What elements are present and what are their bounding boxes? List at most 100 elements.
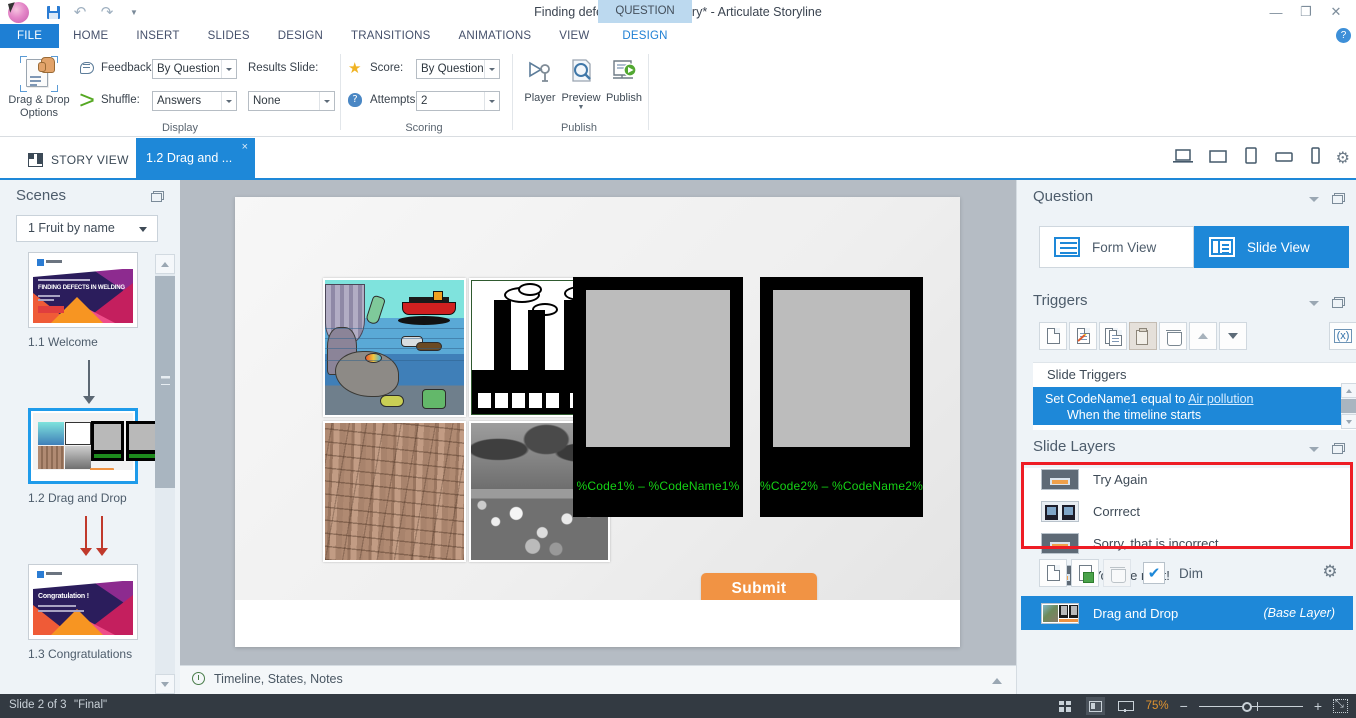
ocean-pollution-illustration[interactable]	[323, 278, 466, 417]
scroll-down-icon[interactable]	[155, 674, 175, 694]
layer-settings-gear-icon[interactable]: ⚙	[1316, 558, 1344, 586]
drop-target-2-caption: %Code2% – %CodeName2%	[760, 455, 923, 517]
phone-icon[interactable]	[1309, 147, 1321, 170]
story-view-icon[interactable]	[1056, 697, 1075, 715]
help-icon[interactable]: ?	[1336, 28, 1351, 43]
feedback-label: Feedback:	[101, 62, 155, 74]
timeline-bar[interactable]: Timeline, States, Notes	[180, 665, 1016, 694]
chevron-down-icon[interactable]	[1309, 301, 1319, 306]
scrollbar-thumb[interactable]	[155, 276, 175, 488]
duplicate-layer-icon[interactable]	[1071, 559, 1099, 587]
tab-transitions[interactable]: TRANSITIONS	[337, 24, 445, 48]
restore-panel-icon[interactable]	[1332, 297, 1345, 308]
slide-thumb-1-1[interactable]: FINDING DEFECTS IN WELDING 1.1 Welcome	[28, 252, 138, 349]
slide-thumb-1-2[interactable]: 1.2 Drag and Drop	[28, 408, 138, 505]
drop-target-1[interactable]: %Code1% – %CodeName1%	[573, 277, 743, 517]
shuffle-label: Shuffle:	[101, 94, 140, 106]
zoom-in-button[interactable]: +	[1314, 699, 1322, 713]
restore-panel-icon[interactable]	[151, 191, 164, 202]
tab-question-design[interactable]: DESIGN	[598, 24, 692, 48]
triggers-scrollbar[interactable]	[1341, 383, 1356, 429]
new-trigger-icon[interactable]	[1039, 322, 1067, 350]
scroll-up-icon[interactable]	[155, 254, 175, 274]
slide-view-button[interactable]: Slide View	[1194, 226, 1349, 268]
tablet-portrait-icon[interactable]	[1243, 147, 1259, 170]
close-icon[interactable]: ×	[242, 141, 248, 153]
layer-item-drag-and-drop[interactable]: Drag and Drop (Base Layer)	[1021, 596, 1353, 630]
fit-to-window-icon[interactable]	[1333, 699, 1348, 713]
copy-trigger-icon[interactable]	[1099, 322, 1127, 350]
slide-canvas[interactable]: %Code1% – %CodeName1% %Code2% – %CodeNam…	[235, 197, 960, 647]
chevron-down-icon[interactable]	[484, 60, 499, 78]
delete-layer-icon[interactable]	[1103, 559, 1131, 587]
layer-item-try-again[interactable]: Try Again	[1021, 463, 1353, 495]
scrollbar-thumb[interactable]	[1341, 399, 1356, 413]
restore-panel-icon[interactable]	[1332, 193, 1345, 204]
scroll-up-icon[interactable]	[1341, 383, 1356, 398]
tab-slides[interactable]: SLIDES	[194, 24, 264, 48]
dim-checkbox[interactable]	[1143, 562, 1165, 584]
restore-button[interactable]: ❐	[1292, 1, 1320, 23]
cracked-bark-texture-photo[interactable]	[323, 421, 466, 562]
tablet-landscape-icon[interactable]	[1274, 149, 1294, 169]
feedback-select[interactable]: By Question	[152, 59, 237, 79]
minimize-button[interactable]: —	[1262, 1, 1290, 23]
chevron-down-icon[interactable]: ▼	[557, 104, 605, 112]
story-view-tab[interactable]: STORY VIEW	[18, 146, 139, 174]
attempts-select[interactable]: 2	[416, 91, 500, 111]
gear-icon[interactable]: ⚙	[1336, 149, 1350, 168]
zoom-out-button[interactable]: −	[1180, 699, 1188, 713]
move-up-icon[interactable]	[1189, 322, 1217, 350]
tab-insert[interactable]: INSERT	[122, 24, 193, 48]
slide-tab-1-2[interactable]: 1.2 Drag and ... ×	[136, 138, 255, 178]
layer-item-corrrect[interactable]: Corrrect	[1021, 495, 1353, 527]
score-select[interactable]: By Question	[416, 59, 500, 79]
chevron-down-icon[interactable]	[221, 92, 236, 110]
slide-thumb-1-3[interactable]: Congratulation ! 1.3 Congratulations	[28, 564, 138, 661]
display-group-label: Display	[60, 122, 300, 134]
chevron-down-icon[interactable]	[221, 60, 236, 78]
delete-trigger-icon[interactable]	[1159, 322, 1187, 350]
scroll-down-icon[interactable]	[1341, 414, 1356, 429]
drop-target-2[interactable]: %Code2% – %CodeName2%	[760, 277, 923, 517]
drop-target-1-caption: %Code1% – %CodeName1%	[573, 455, 743, 517]
normal-view-icon[interactable]	[1086, 697, 1105, 715]
presenter-view-icon[interactable]	[1116, 697, 1135, 715]
paste-trigger-icon[interactable]	[1129, 322, 1157, 350]
chevron-down-icon[interactable]	[139, 227, 147, 232]
variables-icon[interactable]: (x)	[1329, 322, 1356, 350]
form-view-button[interactable]: Form View	[1039, 226, 1194, 268]
chevron-down-icon[interactable]	[1309, 197, 1319, 202]
results-slide-select[interactable]: None	[248, 91, 335, 111]
zoom-slider[interactable]	[1199, 699, 1303, 713]
layer-item-sorry-incorrect[interactable]: Sorry, that is incorrect.	[1021, 527, 1353, 559]
tab-home[interactable]: HOME	[59, 24, 122, 48]
tab-animations[interactable]: ANIMATIONS	[445, 24, 546, 48]
laptop-icon[interactable]	[1173, 148, 1193, 170]
triggers-title: Triggers	[1033, 292, 1087, 309]
tab-view[interactable]: VIEW	[545, 24, 603, 48]
zoom-slider-handle[interactable]	[1242, 702, 1252, 712]
move-down-icon[interactable]	[1219, 322, 1247, 350]
scenes-scrollbar[interactable]	[155, 254, 175, 694]
score-label: Score:	[370, 62, 403, 74]
new-layer-icon[interactable]	[1039, 559, 1067, 587]
edit-trigger-icon[interactable]	[1069, 322, 1097, 350]
expand-timeline-icon[interactable]	[992, 678, 1002, 684]
publish-button[interactable]: Publish	[600, 52, 648, 104]
chevron-down-icon[interactable]	[1309, 447, 1319, 452]
chevron-down-icon[interactable]	[319, 92, 334, 110]
desktop-icon[interactable]	[1208, 148, 1228, 170]
scene-select[interactable]: 1 Fruit by name	[16, 215, 158, 242]
tab-file[interactable]: FILE	[0, 24, 59, 48]
preview-button[interactable]: Preview ▼	[557, 52, 605, 112]
tab-design[interactable]: DESIGN	[264, 24, 337, 48]
restore-panel-icon[interactable]	[1332, 443, 1345, 454]
drag-drop-options-button[interactable]: Drag & Drop Options	[6, 52, 72, 132]
chevron-down-icon[interactable]	[484, 92, 499, 110]
close-button[interactable]: ✕	[1322, 1, 1350, 23]
trigger-link[interactable]: Air pollution	[1188, 392, 1253, 406]
triggers-section-header: Triggers	[1017, 284, 1356, 322]
trigger-item[interactable]: Set CodeName1 equal to Air pollution Whe…	[1033, 387, 1341, 425]
shuffle-select[interactable]: Answers	[152, 91, 237, 111]
